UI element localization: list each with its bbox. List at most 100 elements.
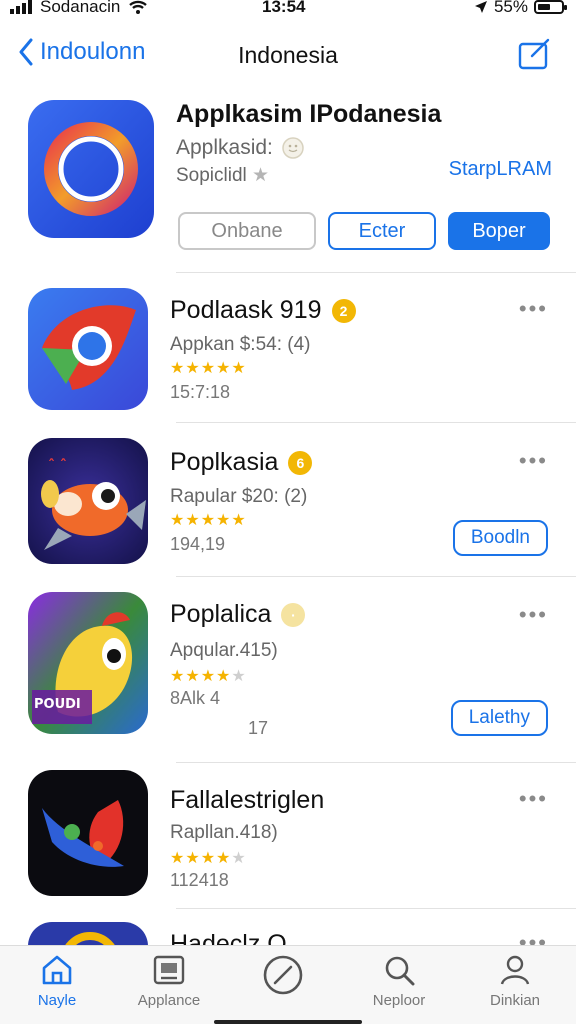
more-icon[interactable]: ••• [519,448,548,474]
get-button[interactable]: Lalethy [450,700,548,736]
list-item[interactable]: Hadeclz O ••• [0,920,576,946]
tab-label: Nayle [37,992,77,1009]
divider [176,272,576,273]
more-icon[interactable]: ••• [519,786,548,812]
rating-stars: ★★★★★ [170,848,247,868]
star-filled-icon: ★ [200,668,217,685]
status-bar: Sodanacin 13:54 55% [0,0,576,26]
apps-icon [153,955,185,985]
star-filled-icon: ★ [200,512,217,529]
profile-icon [500,955,530,985]
star-filled-icon: ★ [216,850,232,867]
star-filled-icon: ★ [185,850,201,867]
app-name-text: Hadeclz O [170,930,287,946]
star-filled-icon: ★ [170,360,186,377]
app-subtitle: Rapular $20: (2) [170,486,308,507]
featured-link[interactable]: StarpLRAM [449,158,552,181]
battery-percent: 55% [493,0,528,16]
primary-button[interactable]: Boper [448,212,550,250]
app-icon[interactable] [28,100,154,238]
tab-label: Applance [137,992,201,1009]
clock: 13:54 [262,0,306,16]
app-icon: ˆ ˆ [28,438,148,564]
rating-count: 15:7:18 [170,382,231,402]
smiley-icon [282,137,304,159]
app-subtitle-text: Applkasid: [176,136,273,159]
more-icon[interactable]: ••• [519,930,548,946]
star-filled-icon: ★ [200,360,217,377]
app-name: Hadeclz O [170,930,287,946]
star-empty-icon: ★ [231,850,247,867]
carrier-label: Sodanacin [40,0,121,16]
app-category-text: Sopiclidl [176,165,247,186]
list-item[interactable]: ˆ ˆ Poplkasia 6 Rapular $20: (2) ★★★★★ 1… [0,436,576,572]
star-filled-icon: ★ [185,668,201,685]
page-title: Indonesia [238,42,338,68]
outline-button[interactable]: Ecter [328,212,436,250]
rating-extra: 17 [248,718,269,738]
more-icon[interactable]: ••• [519,296,548,322]
star-filled-icon: ★ [185,512,201,529]
app-icon [28,288,148,410]
star-filled-icon: ★ [216,668,232,685]
award-badge-icon: 2 [331,298,356,323]
compose-icon[interactable] [518,38,552,70]
app-name-text: Poplkasia [170,448,279,476]
list-item[interactable]: POUDI Poplalica · Apqular.415) ★★★★★ 8Al… [0,590,576,758]
wifi-icon [129,0,148,14]
tab-label: Dinkian [489,992,541,1009]
star-filled-icon: ★ [231,512,247,529]
home-indicator [214,1020,362,1024]
app-name-text: Podlaask 919 [170,296,322,324]
battery-icon [534,0,567,14]
featured-app: Applkasim IPodanesia Applkasid: Sopiclid… [0,90,576,270]
star-filled-icon: ★ [170,512,186,529]
status-right: 55% [474,0,567,17]
rating-stars: ★★★★★ [170,358,247,378]
app-name-text: Fallalestriglen [170,786,325,814]
app-icon [28,922,148,946]
list-item[interactable]: Fallalestriglen Rapllan.418) ★★★★★ 11241… [0,768,576,902]
rating-count: 194,19 [170,534,226,554]
award-badge-icon: · [281,602,306,627]
star-filled-icon: ★ [216,360,232,377]
tab-apps[interactable]: Applance [114,954,224,1009]
star-filled-icon: ★ [170,850,186,867]
more-icon[interactable]: ••• [519,602,548,628]
tab-home[interactable]: Nayle [2,954,112,1009]
app-subtitle: Rapllan.418) [170,822,278,843]
location-icon [474,1,487,13]
app-name: Fallalestriglen [170,786,324,815]
tab-bar: Nayle Applance Neploor Dinkian [0,945,576,1024]
app-name: Applkasim IPodanesia [176,100,442,128]
tab-discover[interactable] [228,954,338,1002]
compass-icon [263,955,303,995]
search-icon [385,956,415,986]
star-empty-icon: ★ [231,668,247,685]
rating-count: 112418 [170,870,229,890]
app-name-text: Poplalica [170,600,272,628]
get-button[interactable]: Boodln [452,520,548,556]
svg-text:ˆ ˆ: ˆ ˆ [48,458,67,474]
tab-profile[interactable]: Dinkian [460,954,570,1009]
secondary-button[interactable]: Onbane [178,212,316,250]
star-filled-icon: ★ [200,850,217,867]
star-icon: ★ [252,165,270,186]
tab-search[interactable]: Neploor [344,954,454,1009]
app-icon [28,770,148,896]
app-subtitle: Apqular.415) [170,640,278,661]
home-icon [42,955,72,985]
divider [176,422,576,423]
star-filled-icon: ★ [231,360,247,377]
app-subtitle: Appkan $:54: (4) [170,334,311,355]
status-left: Sodanacin [10,0,148,17]
rating-stars: ★★★★★ [170,510,247,530]
list-item[interactable]: Podlaask 919 2 Appkan $:54: (4) ★★★★★ 15… [0,286,576,416]
divider [176,576,576,577]
app-name: Poplalica · [170,600,306,629]
divider [176,762,576,763]
app-category: Sopiclidl ★ [176,164,269,187]
star-filled-icon: ★ [216,512,232,529]
award-badge-icon: 6 [288,450,313,475]
divider [176,908,576,909]
